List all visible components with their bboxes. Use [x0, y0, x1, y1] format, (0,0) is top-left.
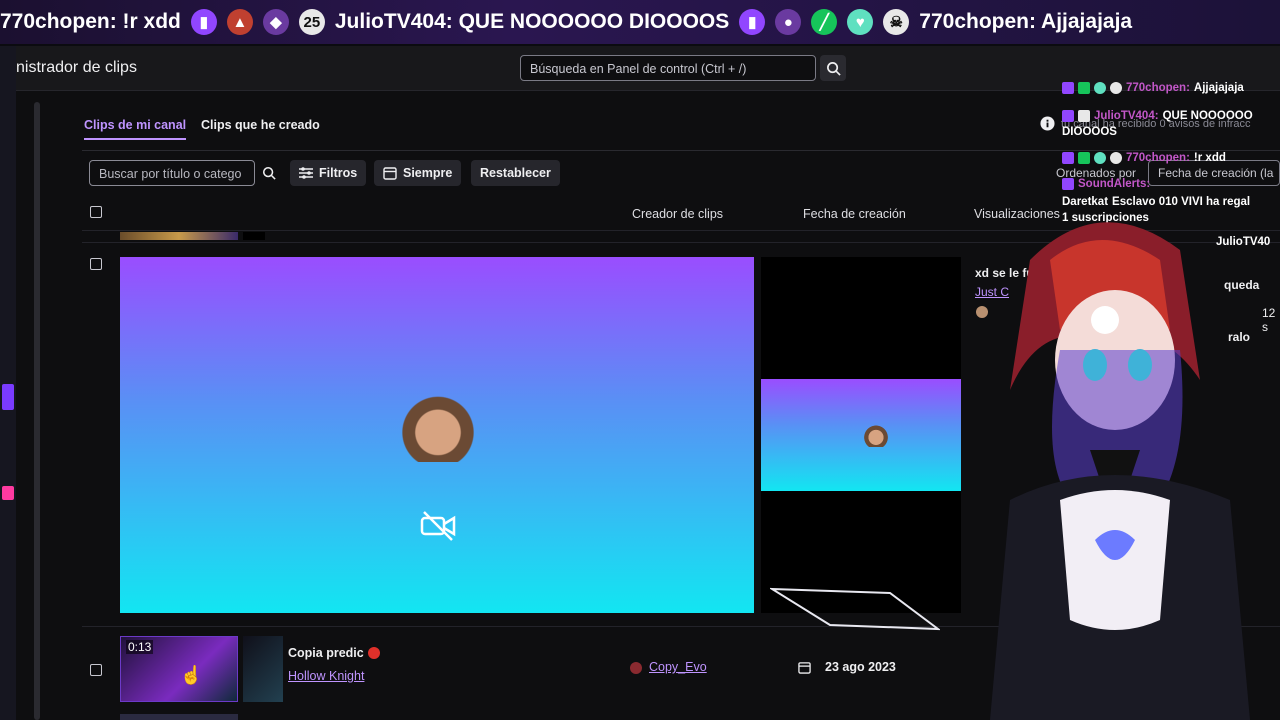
clip-creator-link[interactable]: Copy_Evo — [649, 660, 707, 674]
twitch-icon: ▮ — [739, 9, 766, 35]
search-button[interactable] — [820, 55, 846, 81]
search-icon — [826, 61, 841, 76]
tab-my-channel-clips[interactable]: Clips de mi canal — [84, 118, 187, 140]
tab-clips-i-created[interactable]: Clips que he creado — [201, 118, 320, 132]
column-creator[interactable]: Creador de clips — [632, 207, 723, 221]
column-date[interactable]: Fecha de creación — [803, 207, 906, 221]
clip-row-checkbox[interactable] — [90, 258, 102, 270]
streamer-face-image — [863, 423, 889, 447]
badge-icon — [1094, 82, 1106, 94]
sliders-icon — [299, 167, 313, 179]
left-strip — [0, 46, 16, 720]
filters-label: Filtros — [319, 166, 358, 180]
chat-message: JulioTV404: QUE NOOOOOO — [1062, 110, 1253, 122]
chat-username: SoundAlerts: — [1078, 178, 1151, 190]
chat-message: DIOOOOS — [1062, 126, 1117, 138]
accent-chip — [2, 486, 14, 500]
clip-search-button[interactable] — [255, 160, 283, 186]
date-range-button[interactable]: Siempre — [374, 160, 462, 186]
creator-avatar — [630, 662, 642, 674]
chat-text: !r xdd — [1193, 152, 1226, 164]
reset-label: Restablecer — [480, 166, 551, 180]
accent-chip — [2, 384, 14, 410]
streamer-face-image — [400, 388, 476, 462]
badge-icon — [1062, 82, 1074, 94]
chat-username: JulioTV404: — [1094, 110, 1159, 122]
chat-username: 770chopen: — [1126, 82, 1190, 94]
mint-heart-icon: ♥ — [847, 9, 874, 35]
skull-icon: ☠ — [883, 9, 910, 35]
info-icon[interactable] — [1040, 116, 1055, 131]
badge-icon — [1094, 152, 1106, 164]
clip-row-checkbox[interactable] — [90, 664, 102, 676]
ticker-message-3: 770chopen: Ajjajajaja — [919, 10, 1133, 33]
badge-icon — [1110, 82, 1122, 94]
purple-avatar-icon: ● — [775, 9, 802, 35]
chat-message: 770chopen: Ajjajajaja — [1062, 82, 1244, 94]
red-emoji-icon — [368, 647, 380, 659]
chat-message: SoundAlerts: — [1062, 178, 1150, 190]
date-range-label: Siempre — [403, 166, 453, 180]
chat-ticker: 770chopen: !r xdd ▮ ▲ ◆ 25 JulioTV404: Q… — [0, 0, 1280, 44]
search-icon — [262, 166, 276, 180]
reset-button[interactable]: Restablecer — [471, 160, 560, 186]
badge-icon — [1110, 152, 1122, 164]
dashboard-search-input[interactable]: Búsqueda en Panel de control (Ctrl + /) — [520, 55, 816, 81]
badge-icon — [1062, 110, 1074, 122]
select-all-checkbox[interactable] — [90, 206, 102, 218]
badge-icon — [1078, 152, 1090, 164]
badge-icon — [1078, 82, 1090, 94]
glass-stand-image — [770, 587, 940, 631]
ticker-message-1: 770chopen: !r xdd — [0, 10, 181, 33]
red-hat-icon: ▲ — [226, 9, 253, 35]
clip-thumbnail[interactable] — [120, 232, 238, 240]
badge-icon — [1062, 178, 1074, 190]
vtuber-avatar-image — [990, 222, 1250, 720]
mouse-cursor-icon: ☝ — [180, 665, 203, 685]
calendar-icon — [798, 662, 811, 674]
ticker-message-2: JulioTV404: QUE NOOOOOO DIOOOOS — [334, 10, 730, 33]
purple-wolf-icon: ◆ — [262, 9, 289, 35]
clip-title[interactable]: Copia predic — [288, 646, 364, 660]
chat-username: 770chopen: — [1126, 152, 1190, 164]
green-sword-icon: ╱ — [811, 9, 838, 35]
clip-vertical-thumbnail[interactable] — [243, 636, 283, 702]
clip-search-input[interactable]: Buscar por título o catego — [89, 160, 255, 186]
chat-text: QUE NOOOOOO — [1162, 110, 1253, 122]
badge-icon — [1062, 152, 1074, 164]
camera-off-icon — [420, 511, 456, 541]
clip-date: 23 ago 2023 — [825, 660, 896, 674]
chat-text: DIOOOOS — [1062, 126, 1117, 138]
chat-message: 770chopen: !r xdd — [1062, 152, 1226, 164]
page-title: nistrador de clips — [16, 59, 137, 76]
chat-text: Ajjajajaja — [1193, 82, 1244, 94]
clip-game-link[interactable]: Hollow Knight — [288, 669, 364, 683]
badge-icon — [1078, 110, 1090, 122]
calendar-icon — [383, 167, 397, 180]
twitch-icon: ▮ — [190, 9, 217, 35]
filters-button[interactable]: Filtros — [290, 160, 367, 186]
clip-duration-badge: 0:13 — [126, 640, 154, 654]
clip-thumbnail[interactable] — [120, 714, 238, 720]
sidebar-scrollbar[interactable] — [34, 102, 40, 720]
clip-thumbnail[interactable] — [243, 232, 265, 240]
2025-badge-icon: 25 — [298, 9, 325, 35]
